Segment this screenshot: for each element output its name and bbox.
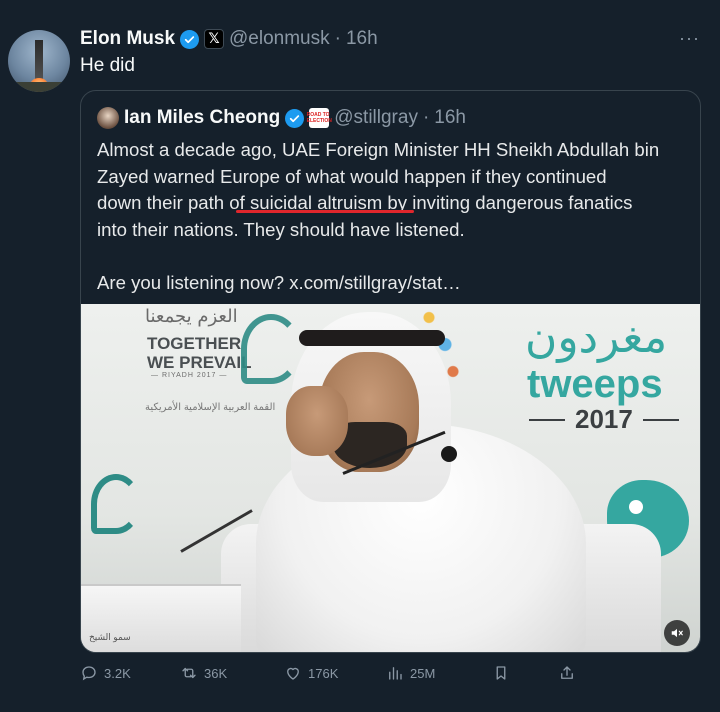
video-arabic-summit: القمة العربية الإسلامية الأمريكية xyxy=(145,402,276,413)
quoted-text-link-line[interactable]: Are you listening now? x.com/stillgray/s… xyxy=(97,270,692,297)
video-tweeps-text: tweeps xyxy=(527,362,663,406)
repost-button[interactable]: 36K xyxy=(180,664,227,682)
reply-count: 3.2K xyxy=(104,665,131,681)
affiliate-badge-text: ROAD TO ELECTION xyxy=(306,112,332,124)
quoted-author-avatar xyxy=(97,107,119,129)
verified-badge-icon xyxy=(180,29,200,49)
share-icon xyxy=(561,666,573,679)
video-microphone-head xyxy=(441,446,457,462)
dot-separator: · xyxy=(422,107,430,128)
video-riyadh-text: — RIYADH 2017 — xyxy=(151,372,228,379)
quoted-post-header: Ian Miles Cheong ROAD TO ELECTION @still… xyxy=(97,106,466,130)
quoted-post-text: Almost a decade ago, UAE Foreign Ministe… xyxy=(97,137,692,296)
video-together-text: TOGETHER WE PREVAIL xyxy=(147,334,252,372)
quoted-author-handle: @stillgray xyxy=(334,107,418,128)
analytics-icon xyxy=(389,667,402,680)
video-logo-mark xyxy=(241,314,301,384)
views-button[interactable]: 25M xyxy=(386,664,435,682)
views-count: 25M xyxy=(410,665,436,681)
heart-icon xyxy=(287,667,299,680)
quoted-post-time: 16h xyxy=(434,107,466,128)
mute-icon[interactable] xyxy=(664,620,690,646)
quoted-text-line: Zayed warned Europe of what would happen… xyxy=(97,165,607,187)
avatar-ground xyxy=(8,82,70,92)
author-name[interactable]: Elon Musk xyxy=(80,28,175,50)
video-year: 2017 xyxy=(529,404,679,435)
video-arabic-slogan: العزم يجمعنا xyxy=(145,306,238,327)
repost-icon xyxy=(182,667,196,679)
dot-separator: · xyxy=(334,28,341,49)
video-table: سمو الشيخ xyxy=(81,584,241,652)
author-avatar[interactable] xyxy=(8,30,70,92)
post-header: Elon Musk 𝕏 @elonmusk · 16h xyxy=(80,28,378,50)
author-handle[interactable]: @elonmusk xyxy=(229,28,330,50)
verified-badge-icon xyxy=(285,108,305,128)
post-text: He did xyxy=(80,55,135,76)
post-time[interactable]: 16h xyxy=(346,28,378,50)
reply-icon xyxy=(82,666,96,681)
video-speaker-hand xyxy=(286,386,348,456)
more-options-icon[interactable]: ··· xyxy=(679,28,700,49)
like-button[interactable]: 176K xyxy=(284,664,338,682)
x-affiliate-icon: 𝕏 xyxy=(204,29,225,49)
red-underline-annotation xyxy=(236,210,414,213)
video-speaker-agal xyxy=(299,330,445,346)
quoted-post[interactable]: Ian Miles Cheong ROAD TO ELECTION @still… xyxy=(80,90,701,653)
quoted-text-line: Almost a decade ago, UAE Foreign Ministe… xyxy=(97,139,660,160)
quoted-author-name: Ian Miles Cheong xyxy=(124,107,281,128)
reply-button[interactable]: 3.2K xyxy=(80,664,131,682)
like-count: 176K xyxy=(308,665,339,681)
bookmark-button[interactable] xyxy=(492,664,510,682)
video-logo-mark xyxy=(91,474,141,534)
share-button[interactable] xyxy=(558,664,576,682)
embedded-video[interactable]: العزم يجمعنا TOGETHER WE PREVAIL — RIYAD… xyxy=(81,304,700,652)
affiliate-badge-icon: ROAD TO ELECTION xyxy=(306,108,332,128)
action-bar: 3.2K 36K 176K 25M xyxy=(80,664,600,686)
quoted-text-line: into their nations. They should have lis… xyxy=(97,218,465,240)
video-arabic-tweeps: مغردون xyxy=(525,312,668,363)
video-nameplate-text: سمو الشيخ xyxy=(89,632,131,642)
bookmark-icon xyxy=(496,666,506,680)
repost-count: 36K xyxy=(204,665,228,681)
